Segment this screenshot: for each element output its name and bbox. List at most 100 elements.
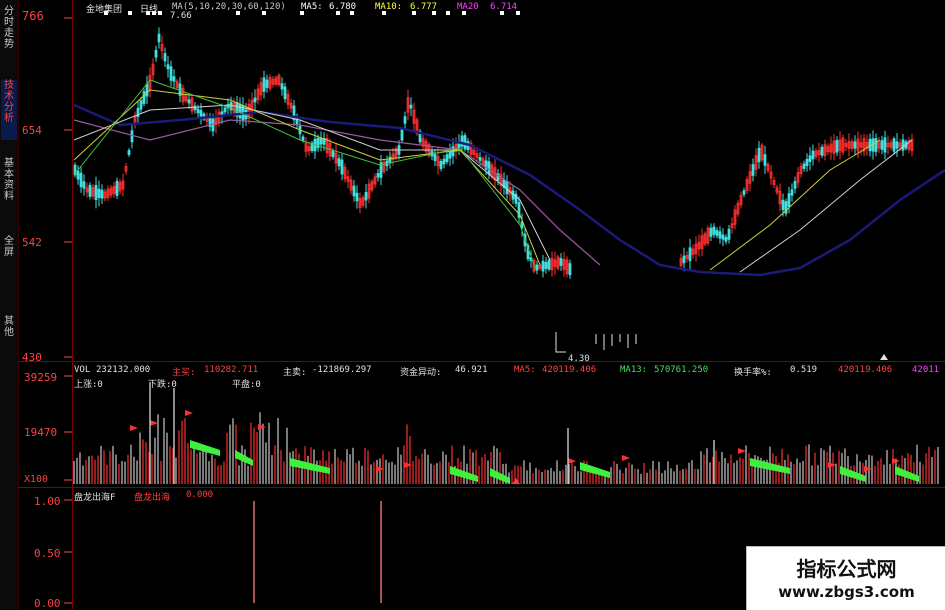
price-candle [448, 150, 452, 159]
price-candle [460, 135, 464, 147]
volume-axis-unit: X100 [24, 474, 49, 485]
watermark-url: www.zbgs3.com [778, 583, 915, 601]
price-candle [196, 108, 200, 114]
price-candle [139, 100, 143, 110]
price-candle [340, 159, 344, 175]
price-candle [439, 160, 443, 170]
ma20-label: MA20 [457, 2, 479, 12]
price-candle [130, 130, 134, 143]
volume-flag-marker [130, 425, 138, 431]
price-candle [88, 184, 92, 197]
up-count: 上涨:0 [74, 380, 103, 390]
price-candle [568, 263, 572, 276]
divider-price-volume [18, 361, 945, 362]
watermark-logo: 指标公式网 www.zbgs3.com [746, 546, 945, 610]
price-candle [781, 199, 785, 211]
price-candle [805, 158, 809, 167]
ma10-label: MA10: [375, 2, 403, 12]
stock-chart-window: 分时走势 技术分析 基本资料 全屏 其他 766 654 542 430 392… [0, 0, 945, 610]
price-candle [895, 141, 899, 149]
price-candle [547, 259, 551, 270]
price-candle [355, 192, 359, 202]
vol-ma13-value: 570761.250 [654, 365, 709, 375]
volume-flag-marker [185, 410, 193, 416]
price-candle [763, 154, 767, 166]
period-label[interactable]: 日线 [140, 2, 158, 15]
volume-flag-marker [150, 420, 158, 426]
price-candle [238, 103, 242, 119]
price-candle [880, 140, 884, 150]
price-candle [145, 83, 149, 97]
indicator-axis-mid: 0.50 [34, 547, 61, 560]
price-candle [127, 150, 131, 155]
volume-flag-marker [864, 466, 872, 472]
ma60-line [73, 119, 601, 266]
price-candle [721, 234, 725, 240]
turnover-value: 0.519 [790, 365, 818, 375]
price-candle [544, 262, 548, 269]
price-candle [376, 173, 380, 178]
main-sell-label: 主卖: [283, 368, 307, 378]
price-candle [751, 164, 755, 176]
price-candle [319, 137, 323, 145]
price-candle [433, 154, 437, 161]
divider-volume-indicator [18, 487, 945, 488]
ma5-label: MA5: [301, 2, 323, 12]
price-candle [187, 99, 191, 104]
price-candle [709, 227, 713, 237]
price-candle [301, 136, 305, 141]
price-candle [388, 156, 392, 164]
volume-flag-marker [404, 462, 412, 468]
price-axis-lower: 542 [22, 236, 42, 249]
price-candle [892, 138, 896, 152]
price-candle [445, 154, 449, 163]
price-candle [280, 83, 284, 90]
volume-axis-mid: 19470 [24, 426, 58, 439]
indicator-series-label: 盘龙出海 [134, 493, 171, 503]
turnover-label: 换手率%: [734, 368, 772, 378]
price-candle [742, 190, 746, 195]
scroll-marker [880, 354, 888, 360]
chart-canvas[interactable] [0, 0, 945, 609]
ma20-value: 6.714 [490, 2, 518, 12]
price-candle [802, 163, 806, 169]
ma20-line [73, 79, 536, 269]
price-candle [535, 264, 539, 271]
vol-ma5-value: 420119.406 [542, 365, 597, 375]
price-candle [316, 138, 320, 149]
price-candle [712, 226, 716, 235]
indicator-axis-bottom: 0.00 [34, 597, 61, 610]
volume-flag-marker [828, 462, 836, 468]
price-candle [682, 255, 686, 264]
ma30-line [73, 104, 551, 261]
price-candle [808, 155, 812, 163]
fund-flow-value: 46.921 [455, 365, 488, 375]
price-candle [82, 181, 86, 189]
price-candle [559, 258, 563, 266]
vol-label: VOL [74, 365, 91, 375]
flat-count: 平盘:0 [232, 380, 261, 390]
price-candle [223, 107, 227, 113]
signal-marker [158, 11, 162, 15]
price-candle [157, 33, 161, 43]
price-candle [400, 129, 404, 141]
price-candle [199, 110, 203, 118]
price-candle [793, 181, 797, 189]
indicator-name: 盘龙出海F [74, 493, 116, 503]
price-candle [283, 86, 287, 100]
signal-marker [128, 11, 132, 15]
price-candle [331, 150, 335, 158]
price-candle [142, 91, 146, 104]
vol-value: 232132.000 [96, 365, 151, 375]
price-candle [262, 77, 266, 92]
price-candle [265, 79, 269, 88]
price-candle [505, 180, 509, 195]
price-candle [487, 161, 491, 175]
ma10-line-right [709, 139, 881, 271]
price-candle [853, 141, 857, 149]
price-candle [787, 193, 791, 207]
price-candle [835, 139, 839, 153]
price-candle [172, 76, 176, 82]
price-candle [337, 158, 341, 167]
down-count: 下跌:0 [148, 380, 177, 390]
